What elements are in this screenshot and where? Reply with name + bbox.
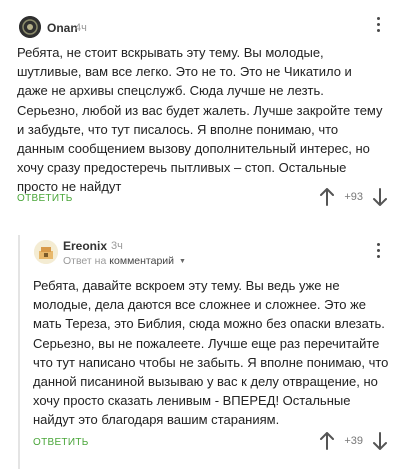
more-vertical-icon[interactable] xyxy=(377,243,381,258)
more-vertical-icon[interactable] xyxy=(377,17,381,32)
comment: Onan 4ч Ребята, не стоит вскрывать эту т… xyxy=(0,0,400,222)
arrow-up-icon[interactable] xyxy=(319,188,335,206)
username[interactable]: Ereonix xyxy=(63,239,107,253)
caret-down-icon[interactable]: ▼ xyxy=(179,258,186,265)
reply-button[interactable]: ОТВЕТИТЬ xyxy=(33,437,89,448)
avatar-icon xyxy=(19,16,41,38)
user-avatar[interactable] xyxy=(34,240,58,264)
parent-comment-link[interactable]: комментарий xyxy=(109,255,174,267)
username[interactable]: Onan xyxy=(47,21,78,35)
rating-controls: +93 xyxy=(319,188,388,206)
arrow-down-icon[interactable] xyxy=(372,432,388,450)
user-avatar[interactable] xyxy=(19,16,41,38)
timestamp: 3ч xyxy=(111,240,123,252)
reply-button[interactable]: ОТВЕТИТЬ xyxy=(17,193,73,204)
arrow-up-icon[interactable] xyxy=(319,432,335,450)
timestamp: 4ч xyxy=(75,22,87,34)
arrow-down-icon[interactable] xyxy=(372,188,388,206)
rating-controls: +39 xyxy=(319,432,388,450)
reply-to: Ответ на комментарий ▼ xyxy=(63,255,186,267)
avatar-icon xyxy=(34,240,58,264)
comment-text: Ребята, давайте вскроем эту тему. Вы вед… xyxy=(33,278,389,428)
comment: Ereonix 3ч Ответ на комментарий ▼ Ребята… xyxy=(0,222,400,469)
rating-count: +93 xyxy=(344,191,363,203)
reply-prefix: Ответ на xyxy=(63,255,107,267)
rating-count: +39 xyxy=(344,435,363,447)
comment-text: Ребята, не стоит вскрывать эту тему. Вы … xyxy=(17,45,383,195)
